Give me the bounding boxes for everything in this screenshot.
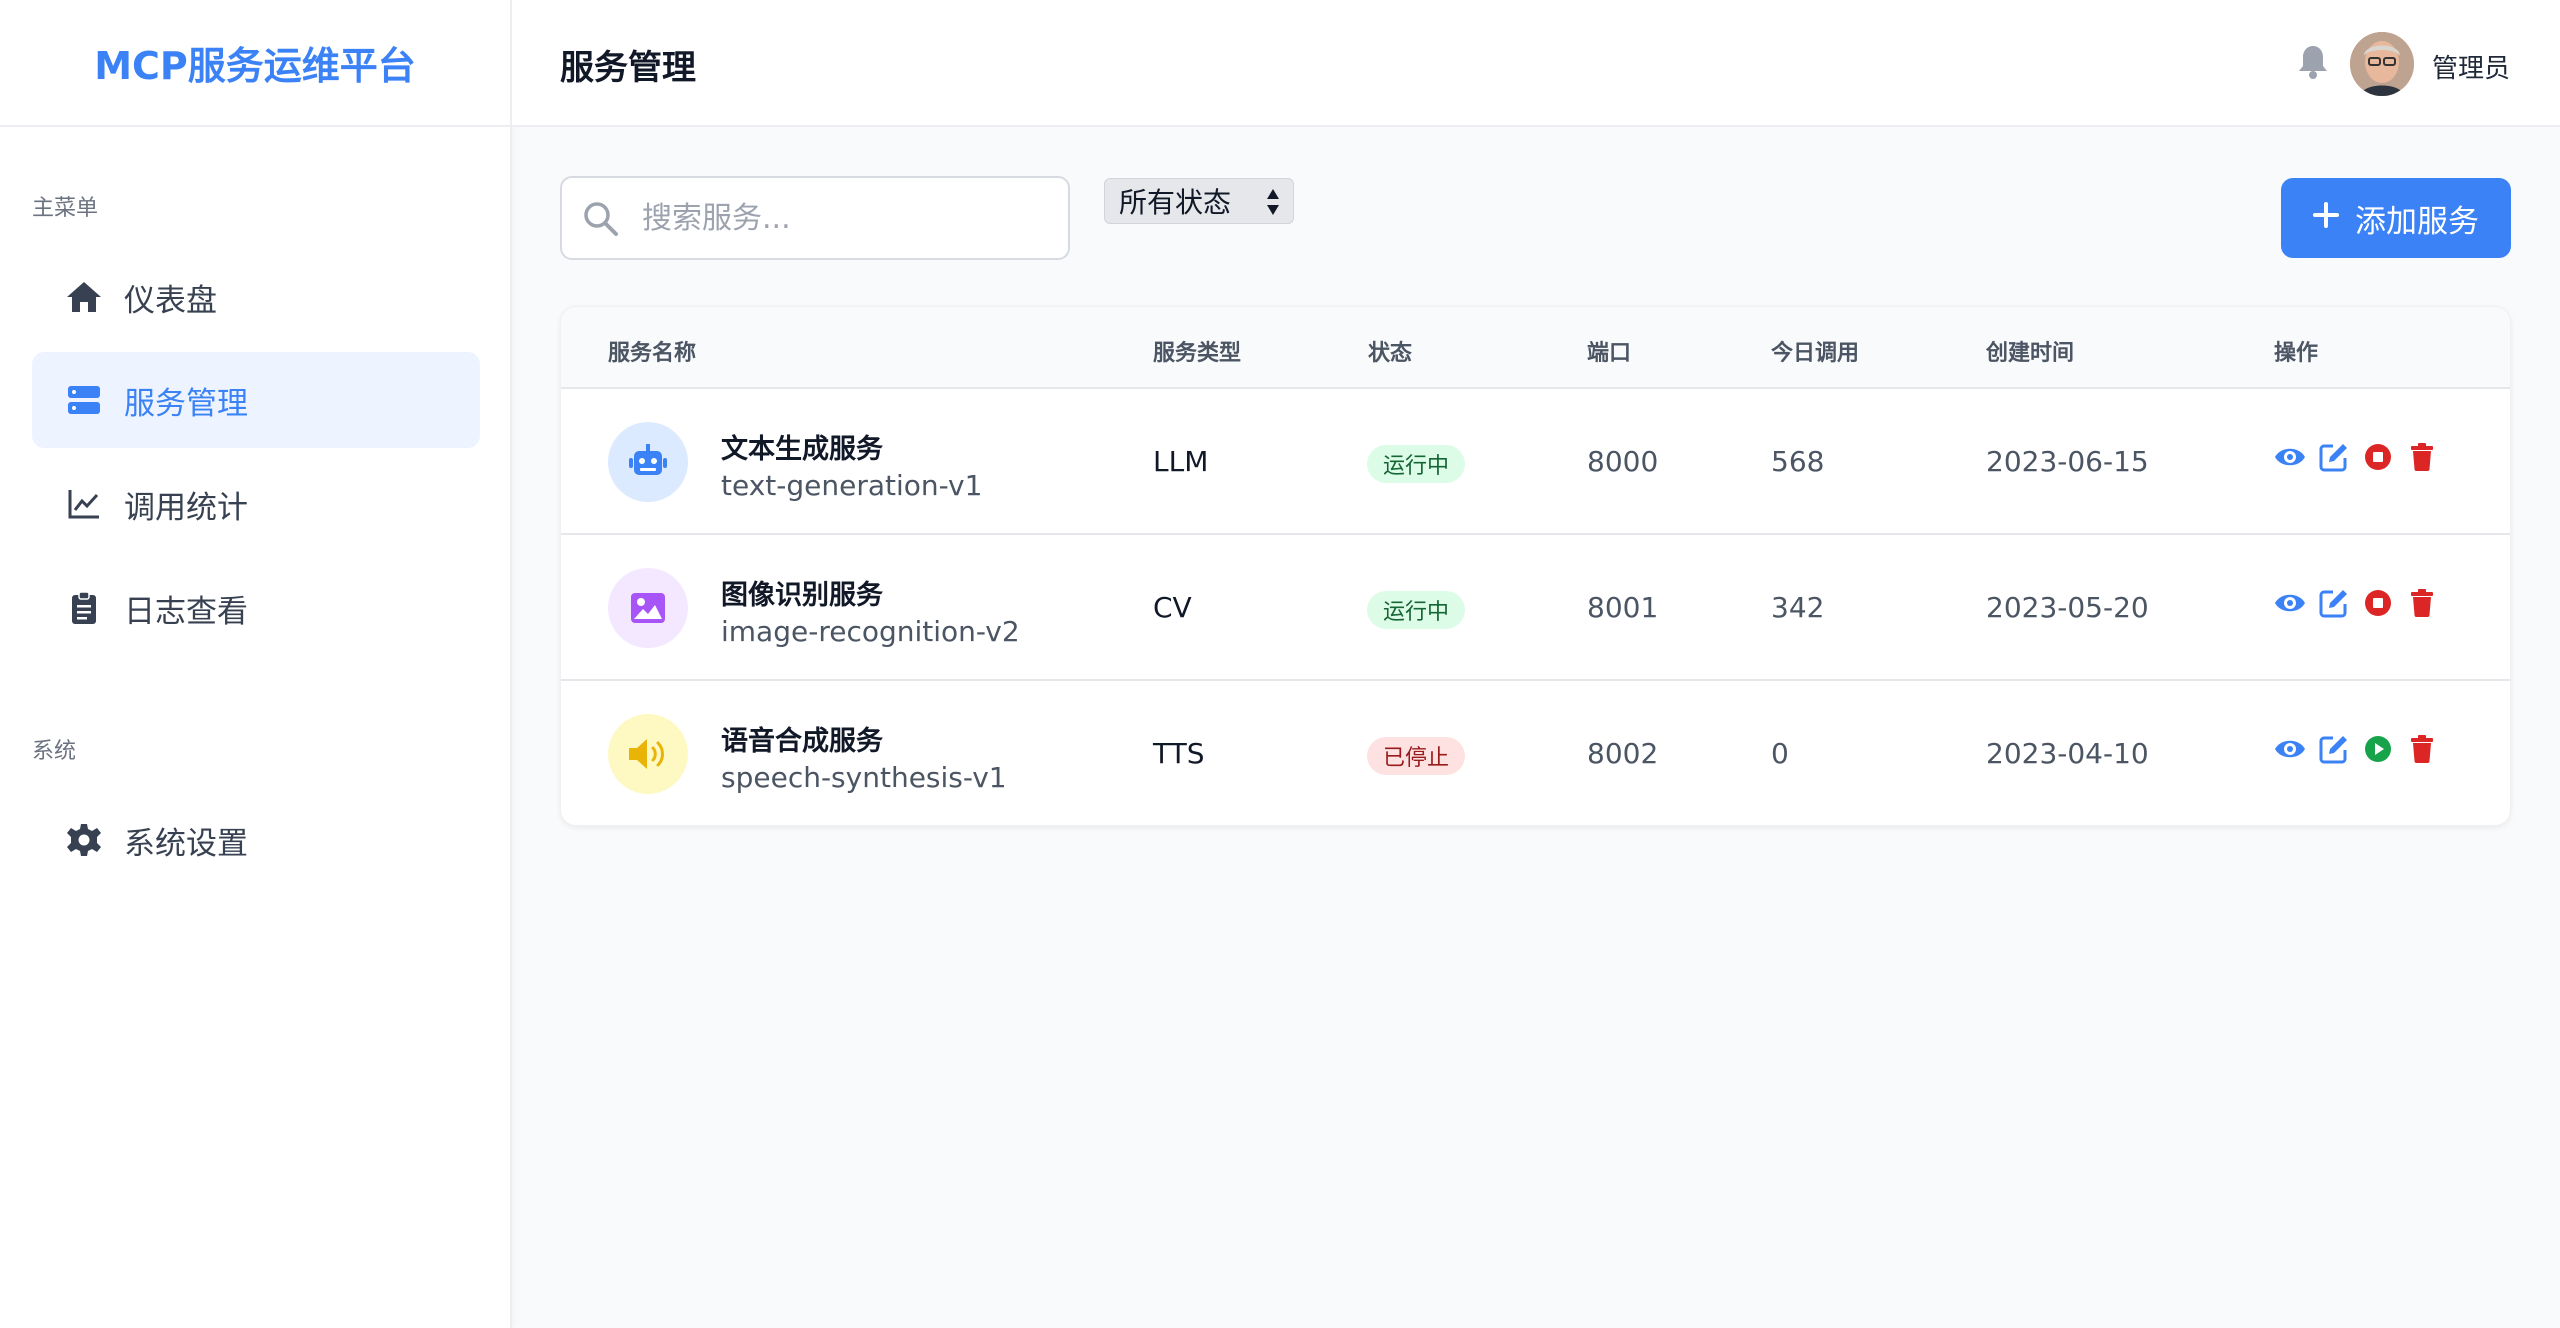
sidebar-item-logs[interactable]: 日志查看 <box>32 560 480 656</box>
status-badge: 已停止 <box>1367 737 1466 775</box>
avatar[interactable] <box>2350 32 2414 96</box>
robot-icon <box>608 422 688 502</box>
status-badge: 运行中 <box>1367 445 1466 483</box>
edit-icon[interactable] <box>2318 441 2350 473</box>
column-header-port: 端口 <box>1587 341 1632 366</box>
status-filter-value: 所有状态 <box>1119 186 1232 219</box>
table-row: 语音合成服务 speech-synthesis-v1 TTS 已停止 8002 … <box>561 681 2510 825</box>
brand-title[interactable]: MCP服务运维平台 <box>0 0 510 127</box>
sidebar-item-label: 服务管理 <box>124 385 248 422</box>
stop-icon[interactable] <box>2362 441 2394 473</box>
server-icon <box>62 378 106 422</box>
service-type: LLM <box>1153 445 1209 478</box>
sidebar-item-label: 系统设置 <box>124 825 248 862</box>
column-header-calls: 今日调用 <box>1771 341 1860 366</box>
service-created: 2023-05-20 <box>1986 591 2149 624</box>
speaker-icon <box>608 714 688 794</box>
status-filter-select[interactable]: 所有状态 <box>1104 178 1294 224</box>
view-icon[interactable] <box>2274 733 2306 765</box>
plus-icon <box>2313 200 2339 236</box>
service-created: 2023-06-15 <box>1986 445 2149 478</box>
add-service-button[interactable]: 添加服务 <box>2281 178 2511 258</box>
home-icon <box>62 275 106 319</box>
service-created: 2023-04-10 <box>1986 737 2149 770</box>
stop-icon[interactable] <box>2362 587 2394 619</box>
sidebar-item-settings[interactable]: 系统设置 <box>32 792 480 888</box>
sidebar-item-label: 仪表盘 <box>124 282 217 319</box>
column-header-name: 服务名称 <box>608 341 697 366</box>
search-box[interactable] <box>560 176 1070 260</box>
play-icon[interactable] <box>2362 733 2394 765</box>
row-actions <box>2274 441 2438 473</box>
service-id: text-generation-v1 <box>721 469 983 502</box>
sidebar-item-dashboard[interactable]: 仪表盘 <box>32 249 480 345</box>
service-name[interactable]: 图像识别服务 <box>721 573 883 612</box>
top-header: 服务管理 管理员 <box>512 0 2560 127</box>
table-row: 文本生成服务 text-generation-v1 LLM 运行中 8000 5… <box>561 389 2510 535</box>
clipboard-icon <box>62 586 106 630</box>
gear-icon <box>62 818 106 862</box>
view-icon[interactable] <box>2274 441 2306 473</box>
service-calls: 0 <box>1771 737 1789 770</box>
services-table: 服务名称 服务类型 状态 端口 今日调用 创建时间 操作 文本生成服务 text… <box>560 306 2511 826</box>
page-title: 服务管理 <box>560 48 696 88</box>
service-name[interactable]: 语音合成服务 <box>721 719 883 758</box>
service-id: speech-synthesis-v1 <box>721 761 1007 794</box>
trash-icon[interactable] <box>2406 441 2438 473</box>
column-header-type: 服务类型 <box>1153 341 1242 366</box>
view-icon[interactable] <box>2274 587 2306 619</box>
service-calls: 568 <box>1771 445 1825 478</box>
service-port: 8001 <box>1587 591 1659 624</box>
service-type: TTS <box>1153 737 1205 770</box>
service-port: 8002 <box>1587 737 1659 770</box>
edit-icon[interactable] <box>2318 587 2350 619</box>
column-header-created: 创建时间 <box>1986 341 2075 366</box>
service-port: 8000 <box>1587 445 1659 478</box>
column-header-status: 状态 <box>1368 341 1413 366</box>
sidebar-item-label: 日志查看 <box>124 593 248 630</box>
user-name[interactable]: 管理员 <box>2432 48 2510 85</box>
add-service-label: 添加服务 <box>2355 203 2479 240</box>
main-menu-label: 主菜单 <box>32 196 99 221</box>
row-actions <box>2274 587 2438 619</box>
bell-icon[interactable] <box>2298 44 2328 84</box>
service-calls: 342 <box>1771 591 1825 624</box>
status-badge: 运行中 <box>1367 591 1466 629</box>
sidebar-item-services[interactable]: 服务管理 <box>32 352 480 448</box>
table-row: 图像识别服务 image-recognition-v2 CV 运行中 8001 … <box>561 535 2510 681</box>
search-icon <box>582 200 620 242</box>
image-icon <box>608 568 688 648</box>
sidebar-item-statistics[interactable]: 调用统计 <box>32 456 480 552</box>
table-header: 服务名称 服务类型 状态 端口 今日调用 创建时间 操作 <box>561 307 2510 389</box>
edit-icon[interactable] <box>2318 733 2350 765</box>
column-header-actions: 操作 <box>2274 341 2319 366</box>
sidebar-item-label: 调用统计 <box>124 489 248 526</box>
service-id: image-recognition-v2 <box>721 615 1020 648</box>
service-name[interactable]: 文本生成服务 <box>721 427 883 466</box>
service-type: CV <box>1153 591 1192 624</box>
trash-icon[interactable] <box>2406 587 2438 619</box>
system-menu-label: 系统 <box>32 739 77 764</box>
select-arrows-icon <box>1265 187 1281 224</box>
row-actions <box>2274 733 2438 765</box>
search-input[interactable] <box>642 192 1052 244</box>
sidebar: MCP服务运维平台 主菜单 仪表盘 服务管理 调用统计 日志查看 系统 系统设置 <box>0 0 512 1328</box>
chart-line-icon <box>62 482 106 526</box>
trash-icon[interactable] <box>2406 733 2438 765</box>
